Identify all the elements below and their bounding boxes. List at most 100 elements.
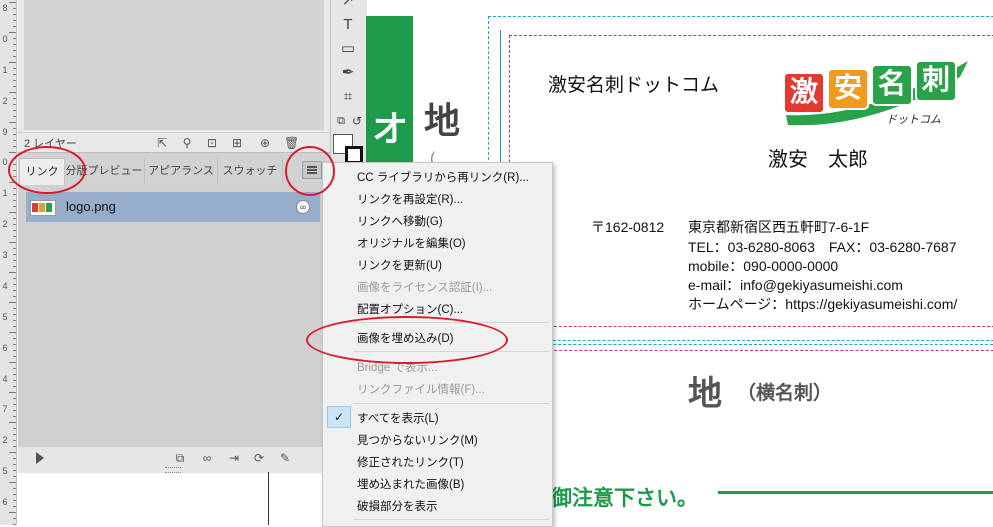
- ruler-tick: [13, 188, 16, 189]
- card-mobile: mobile：090-0000-0000: [688, 258, 839, 274]
- ruler-tick: [9, 122, 16, 123]
- ruler-tick: [13, 50, 16, 51]
- annotation-oval-embed-item: [306, 316, 508, 364]
- section-heading: 地: [688, 374, 722, 414]
- menu-item-show-corrupted[interactable]: 破損部分を表示: [357, 498, 438, 514]
- ruler-tick: [13, 200, 16, 201]
- linked-chain-icon: ∞: [296, 200, 310, 214]
- ruler-tick: [13, 98, 16, 99]
- ruler-tick: [13, 368, 16, 369]
- collect-icon[interactable]: ⊡: [205, 136, 219, 150]
- menu-item-relink-cc-library[interactable]: CC ライブラリから再リンク(R)...: [357, 169, 529, 185]
- ruler-tick: [13, 194, 16, 195]
- ruler-tick: [9, 32, 16, 33]
- ruler-tick: [13, 290, 16, 291]
- go-to-link-icon[interactable]: ⇥: [227, 451, 241, 465]
- ruler-tick: [13, 8, 16, 9]
- ruler-tick: [9, 212, 16, 213]
- menu-item-show-all[interactable]: すべてを表示(L): [357, 410, 439, 426]
- annotation-oval-links-tab: [8, 146, 86, 194]
- ruler-tick: [9, 62, 16, 63]
- rectangle-tool-icon[interactable]: ▭: [338, 40, 358, 58]
- swap-colors-icon[interactable]: ↺: [347, 112, 367, 130]
- menu-item-embedded-images[interactable]: 埋め込まれた画像(B): [357, 476, 464, 492]
- menu-item-relink[interactable]: リンクを再設定(R)...: [357, 191, 463, 207]
- ruler-tick: [13, 218, 16, 219]
- type-tool-icon[interactable]: T: [338, 16, 358, 34]
- artboard-tool-icon[interactable]: ⌗: [338, 88, 358, 106]
- link-file-name: logo.png: [66, 199, 116, 214]
- bleed-guide-lower: [498, 344, 993, 345]
- ruler-tick: [13, 458, 16, 459]
- expand-triangle-icon[interactable]: [36, 452, 44, 464]
- ruler-tick: [13, 116, 16, 117]
- card-address: 東京都新宿区西五軒町7-6-1F: [688, 219, 870, 235]
- ruler-tick: [13, 518, 16, 519]
- ruler-tick: [13, 320, 16, 321]
- menu-item-placement-options[interactable]: 配置オプション(C)...: [357, 301, 463, 317]
- tab-swatches[interactable]: スウォッチ: [218, 158, 283, 185]
- menu-separator: [353, 519, 549, 520]
- logo-subtext: ドットコム: [886, 113, 941, 126]
- ruler-tick: [9, 482, 16, 483]
- search-icon[interactable]: ⚲: [180, 136, 194, 150]
- ruler-tick: [13, 434, 16, 435]
- ruler-tick: [13, 104, 16, 105]
- ruler-tick: [13, 248, 16, 249]
- menu-item-license-image: 画像をライセンス認証(I)...: [357, 282, 493, 294]
- ruler-number: 6: [2, 497, 8, 507]
- ruler-number: 2: [2, 96, 8, 106]
- ruler-tick: [13, 224, 16, 225]
- resize-grip[interactable]: [165, 467, 181, 473]
- card-homepage: ホームページ：https://gekiyasumeishi.com/: [688, 296, 958, 312]
- card-postal-code: 〒162-0812: [591, 219, 665, 235]
- notice-text: 御注意下さい。: [551, 486, 698, 510]
- ruler-tick: [13, 110, 16, 111]
- ruler-tick: [13, 146, 16, 147]
- update-link-icon[interactable]: ⟳: [252, 451, 266, 465]
- relink-from-cc-icon[interactable]: ⧉: [173, 451, 187, 465]
- menu-item-modified-links[interactable]: 修正されたリンク(T): [357, 454, 464, 470]
- ruler-tick: [13, 506, 16, 507]
- ruler-tick: [13, 128, 16, 129]
- menu-item-missing-links[interactable]: 見つからないリンク(M): [357, 432, 478, 448]
- ruler-tick: [13, 440, 16, 441]
- menu-item-edit-original[interactable]: オリジナルを編集(O): [357, 235, 466, 251]
- trash-icon[interactable]: 🗑: [284, 136, 299, 150]
- ruler-tick: [13, 296, 16, 297]
- ruler-tick: [13, 134, 16, 135]
- relink-icon[interactable]: ∞: [200, 451, 214, 465]
- menu-item-go-to-link[interactable]: リンクへ移動(G): [357, 213, 443, 229]
- export-icon[interactable]: ⇱: [155, 136, 169, 150]
- tools-panel: ↗ T ▭ ✒ ⌗ ⧉ ↺: [330, 0, 367, 164]
- menu-item-update-link[interactable]: リンクを更新(U): [357, 257, 442, 273]
- card-email: e-mail：info@gekiyasumeishi.com: [688, 277, 903, 293]
- eyedropper-tool-icon[interactable]: ✒: [338, 64, 358, 82]
- vertical-ruler[interactable]: 80129012345647256: [0, 0, 17, 525]
- links-list[interactable]: [18, 185, 330, 446]
- ruler-tick: [13, 26, 16, 27]
- company-logo[interactable]: 激 安 名 刺 ドットコム: [778, 55, 978, 130]
- ruler-tick: [13, 380, 16, 381]
- ruler-tick: [13, 44, 16, 45]
- ruler-tick: [13, 14, 16, 15]
- logo-character: 安: [834, 71, 862, 104]
- ruler-tick: [9, 272, 16, 273]
- ruler-tick: [9, 152, 16, 153]
- ruler-tick: [13, 416, 16, 417]
- tab-appearance[interactable]: アピアランス: [145, 158, 218, 185]
- edit-original-icon[interactable]: ✎: [278, 451, 292, 465]
- ruler-number: 0: [2, 34, 8, 44]
- ruler-tick: [13, 488, 16, 489]
- ruler-number: 5: [2, 312, 8, 322]
- layers-list[interactable]: [24, 0, 324, 130]
- safe-area-guide-lower: [509, 350, 993, 351]
- pen-tool-icon[interactable]: ↗: [338, 0, 358, 10]
- new-sublayer-icon[interactable]: ⊞: [230, 136, 244, 150]
- section-heading-sub: （横名刺）: [737, 383, 833, 404]
- ruler-tick: [13, 428, 16, 429]
- new-layer-icon[interactable]: ⊕: [258, 136, 272, 150]
- ruler-tick: [13, 236, 16, 237]
- ruler-tick: [13, 278, 16, 279]
- ruler-tick: [13, 38, 16, 39]
